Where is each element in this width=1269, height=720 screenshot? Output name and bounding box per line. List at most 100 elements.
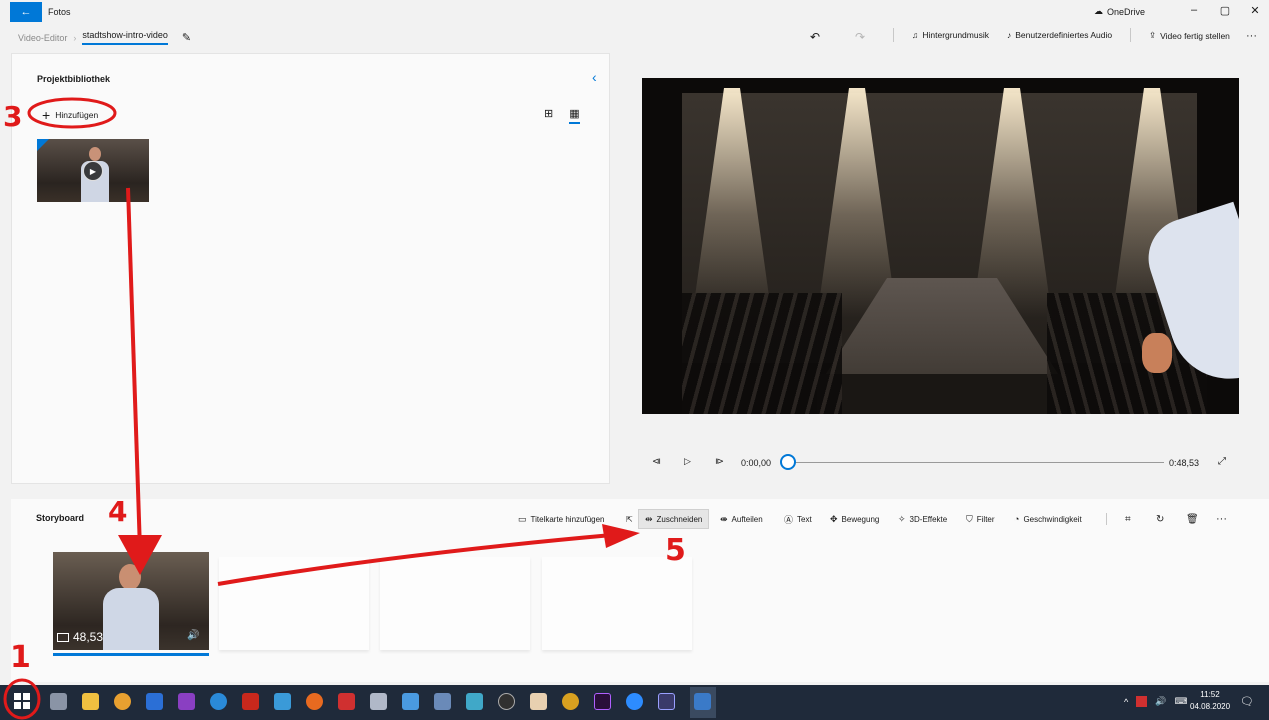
next-frame-icon[interactable]: ⧐: [715, 456, 724, 467]
clock-date: 04.08.2020: [1190, 702, 1231, 711]
notes-app-icon[interactable]: [530, 693, 547, 710]
delete-icon[interactable]: 🗑: [1186, 509, 1199, 529]
custom-audio-label: Benutzerdefiniertes Audio: [1015, 30, 1113, 40]
resize-icon[interactable]: ⌗: [1125, 509, 1131, 529]
maximize-button[interactable]: ▢: [1215, 4, 1235, 17]
redo-button[interactable]: ↷: [855, 30, 865, 44]
more-options-button[interactable]: ···: [1246, 30, 1257, 42]
volume-icon[interactable]: 🔊: [187, 630, 199, 641]
motion-button[interactable]: ✥ Bewegung: [830, 509, 879, 529]
project-name[interactable]: stadtshow-intro-video: [82, 30, 168, 45]
speaker-icon[interactable]: 🔊: [1155, 696, 1166, 707]
storyboard-toolbar: ▭ Titelkarte hinzufügen ⇱ ⇹ Zuschneiden ⇼ A…: [11, 509, 1269, 529]
obs-icon[interactable]: [498, 693, 515, 710]
finish-video-label: Video fertig stellen: [1160, 30, 1230, 41]
filter-button[interactable]: ⛉ Filter: [966, 509, 995, 529]
rotate-icon[interactable]: ↻: [1156, 509, 1164, 529]
export-icon: ⇪: [1149, 30, 1157, 40]
finish-video-button[interactable]: ⇪ Video fertig stellen: [1149, 30, 1230, 41]
onenote-icon[interactable]: [178, 693, 195, 710]
antivirus-icon[interactable]: [1136, 696, 1148, 707]
filezilla-icon[interactable]: [242, 693, 259, 710]
3d-effects-button[interactable]: ✧ 3D-Effekte: [898, 509, 947, 529]
add-media-label: Hinzufügen: [55, 110, 99, 120]
add-title-card-button[interactable]: ▭ Titelkarte hinzufügen: [518, 509, 604, 529]
library-title: Projektbibliothek: [37, 74, 111, 84]
seek-track[interactable]: [790, 462, 1164, 463]
app-title: Fotos: [48, 7, 71, 17]
video-preview[interactable]: [642, 78, 1239, 414]
arrow-left-icon: ←: [20, 6, 32, 18]
current-time: 0:00,00: [741, 458, 772, 468]
fullscreen-icon[interactable]: ⤢: [1218, 456, 1226, 467]
previous-frame-icon[interactable]: ⧏: [652, 456, 661, 467]
pencil-icon[interactable]: ✎: [182, 31, 191, 44]
premiere-icon[interactable]: [594, 693, 611, 710]
background-music-label: Hintergrundmusik: [922, 30, 989, 40]
undo-button[interactable]: ↶: [810, 30, 820, 44]
task-view-icon[interactable]: [50, 693, 67, 710]
trim-button[interactable]: ⇹ Zuschneiden: [638, 509, 710, 529]
presenter-body: [103, 588, 159, 650]
presenter-head: [119, 564, 141, 590]
minimize-button[interactable]: –: [1184, 4, 1204, 16]
library-video-thumbnail[interactable]: ▶: [37, 139, 149, 202]
play-icon[interactable]: ▷: [684, 456, 691, 467]
keyboard-icon[interactable]: ⌨: [1174, 696, 1187, 707]
music-note-icon: ♫: [912, 30, 919, 40]
breadcrumb-video-editor[interactable]: Video-Editor: [18, 33, 67, 43]
split-button[interactable]: ⇼ Aufteilen: [720, 509, 763, 529]
onedrive-button[interactable]: ☁ OneDrive: [1094, 6, 1145, 17]
system-tray: ^ 🔊 ⌨: [1124, 696, 1187, 707]
split-label: Aufteilen: [731, 514, 763, 524]
chevron-left-icon[interactable]: ‹: [592, 69, 597, 85]
presentation-icon[interactable]: [466, 693, 483, 710]
back-button[interactable]: ←: [10, 2, 42, 22]
more-tools-button[interactable]: ···: [1216, 509, 1227, 529]
clock-time: 11:52: [1200, 690, 1220, 699]
total-time: 0:48,53: [1169, 458, 1200, 468]
photos-icon[interactable]: [694, 693, 711, 710]
small-grid-icon[interactable]: ▦: [569, 107, 580, 124]
onedrive-label: OneDrive: [1107, 6, 1146, 17]
media-icon[interactable]: [274, 693, 291, 710]
cloud-app-icon[interactable]: [402, 693, 419, 710]
speed-button[interactable]: ◔ Geschwindigkeit: [1014, 509, 1082, 529]
storyboard-clip[interactable]: 48,53 🔊: [53, 552, 209, 650]
notification-icon[interactable]: 🗨: [1240, 695, 1254, 708]
add-media-button[interactable]: + Hinzufügen: [42, 107, 98, 123]
annotation-step-4: 4: [108, 495, 128, 528]
document-app-icon[interactable]: [434, 693, 451, 710]
close-button[interactable]: ✕: [1245, 4, 1265, 17]
paint-icon[interactable]: [370, 693, 387, 710]
divider: [1106, 513, 1107, 525]
trim-label: Zuschneiden: [656, 514, 703, 524]
editor-app-icon[interactable]: [658, 693, 675, 710]
large-grid-icon[interactable]: ⊞: [544, 107, 553, 124]
cloud-icon: ☁: [1094, 6, 1103, 16]
undo-icon: ↶: [810, 30, 821, 44]
filter-label: Filter: [976, 514, 995, 524]
runway-front: [817, 374, 1067, 414]
chevron-up-icon[interactable]: ^: [1124, 697, 1128, 707]
background-music-button[interactable]: ♫ Hintergrundmusik: [912, 30, 989, 40]
text-label: Text: [797, 514, 812, 524]
chrome-icon[interactable]: [114, 693, 131, 710]
presenter-hand: [1142, 333, 1172, 373]
file-explorer-icon[interactable]: [82, 693, 99, 710]
video-app-icon[interactable]: [338, 693, 355, 710]
firefox-icon[interactable]: [306, 693, 323, 710]
custom-audio-button[interactable]: ♪ Benutzerdefiniertes Audio: [1007, 30, 1112, 40]
clip-duration: 48,53: [57, 630, 103, 644]
seek-slider-thumb[interactable]: [780, 454, 796, 470]
motion-icon: ✥: [830, 513, 838, 524]
empty-storyboard-slot: [380, 557, 530, 650]
clock[interactable]: 11:52 04.08.2020: [1190, 689, 1230, 713]
browser-icon[interactable]: [210, 693, 227, 710]
windows-start-icon[interactable]: [14, 693, 30, 709]
text-button[interactable]: Ⓐ Text: [784, 509, 812, 529]
project-library-panel: Projektbibliothek ‹ + Hinzufügen ⊞ ▦ ▶: [11, 53, 610, 484]
word-icon[interactable]: [146, 693, 163, 710]
zoom-icon[interactable]: [626, 693, 643, 710]
gimp-icon[interactable]: [562, 693, 579, 710]
